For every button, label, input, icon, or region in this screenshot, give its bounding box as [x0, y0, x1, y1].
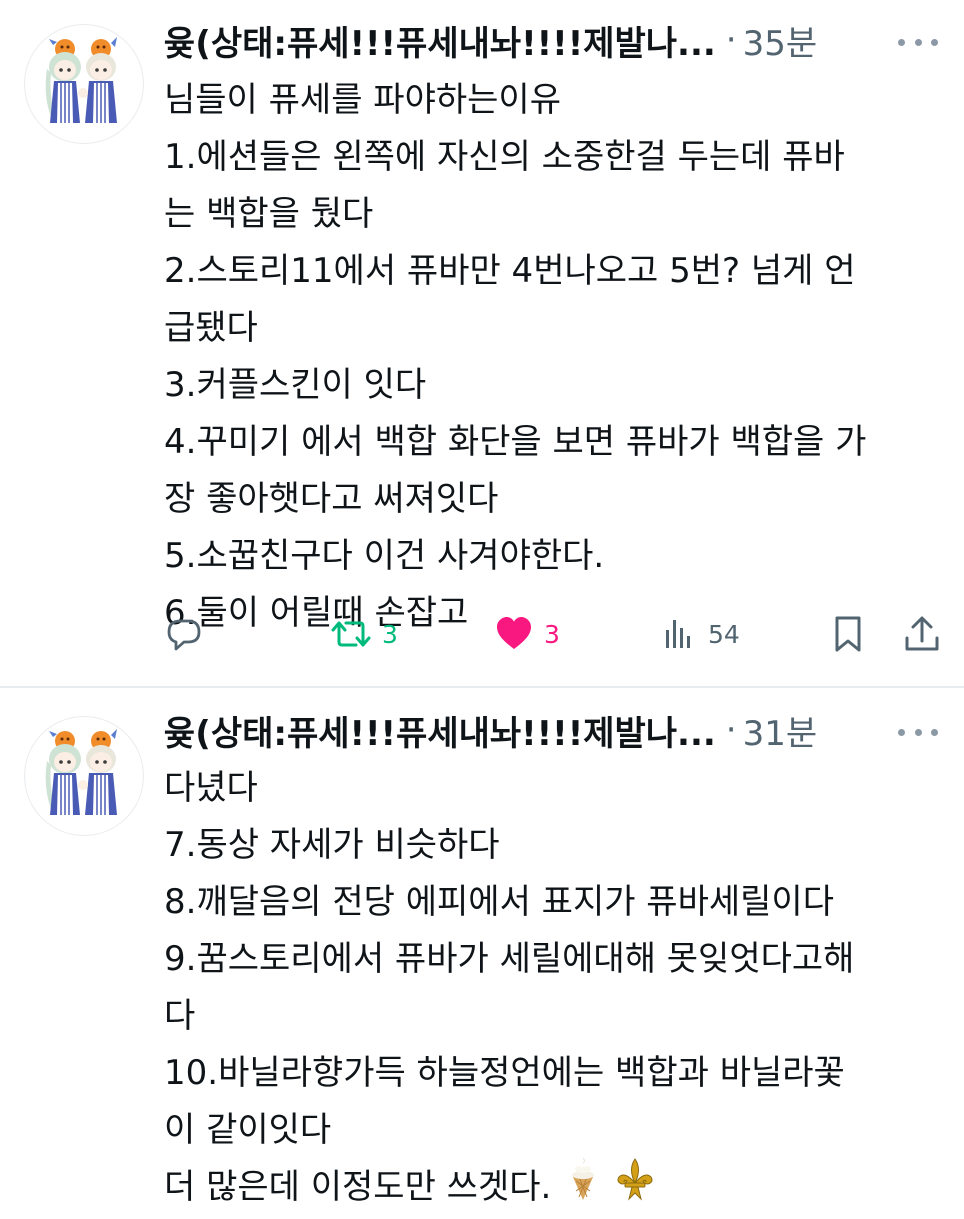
retweet-icon [331, 621, 371, 647]
bookmark-button[interactable] [828, 606, 868, 662]
tweet-header: 윶(상태:퓨세!!!퓨세내놔!!!!제발나... · 31분 [164, 706, 817, 754]
share-button[interactable] [902, 606, 942, 662]
retweet-count: 3 [382, 619, 398, 649]
tweet-actions: 3 3 54 [164, 606, 944, 662]
timestamp[interactable]: 35분 [743, 16, 818, 65]
more-options-icon[interactable] [898, 722, 938, 742]
fleur-de-lis-emoji [615, 1157, 655, 1219]
tweet-line: 장 좋아햇다고 써져잇다 [164, 479, 499, 519]
author-name[interactable]: 윶(상태:퓨세!!!퓨세내놔!!!!제발나... [164, 16, 716, 65]
header-separator: · [725, 710, 737, 750]
like-count: 3 [544, 619, 560, 649]
tweet-line: 3.커플스킨이 잇다 [164, 365, 427, 405]
retweet-button[interactable]: 3 [330, 606, 398, 662]
tweet-text: 님들이 퓨세를 파야하는이유 1.에션들은 왼쪽에 자신의 소중한걸 두는데 퓨… [164, 72, 944, 642]
user-avatar[interactable] [24, 716, 144, 836]
like-button[interactable]: 3 [494, 606, 560, 662]
tweet-line: 1.에션들은 왼쪽에 자신의 소중한걸 두는데 퓨바 [164, 137, 845, 177]
tweet-line: 5.소꿉친구다 이건 사겨야한다. [164, 536, 605, 576]
tweet-text: 다녔다 7.동상 자세가 비슷하다 8.깨달음의 전당 에피에서 표지가 퓨바세… [164, 760, 944, 1216]
timestamp[interactable]: 31분 [743, 706, 818, 755]
reply-icon [167, 619, 201, 651]
header-separator: · [725, 20, 737, 60]
tweet-line: 2.스토리11에서 퓨바만 4번나오고 5번? 넘게 언 [164, 251, 856, 291]
avatar-chibi-illustration [45, 729, 117, 815]
heart-filled-icon [497, 617, 531, 649]
tweet-line: 7.동상 자세가 비슷하다 [164, 825, 500, 865]
tweet-line-text: 더 많은데 이정도만 쓰겟다. [164, 1167, 552, 1207]
tweet-line: 더 많은데 이정도만 쓰겟다. [164, 1157, 944, 1219]
views-button[interactable]: 54 [662, 606, 740, 662]
tweet-line: 4.꾸미기 에서 백합 화단을 보면 퓨바가 백합을 가 [164, 422, 867, 462]
tweet-header: 윶(상태:퓨세!!!퓨세내놔!!!!제발나... · 35분 [164, 16, 817, 64]
avatar-chibi-illustration [45, 37, 117, 123]
tweet-line: 다녔다 [164, 768, 258, 808]
tweet-line: 9.꿈스토리에서 퓨바가 세릴에대해 못잊엇다고해 [164, 939, 855, 979]
tweet-1[interactable]: 윶(상태:퓨세!!!퓨세내놔!!!!제발나... · 35분 님들이 퓨세를 파… [0, 0, 964, 686]
author-name[interactable]: 윶(상태:퓨세!!!퓨세내놔!!!!제발나... [164, 706, 716, 755]
share-icon [905, 616, 939, 651]
tweet-line: 8.깨달음의 전당 에피에서 표지가 퓨바세릴이다 [164, 882, 834, 922]
more-options-icon[interactable] [898, 32, 938, 52]
views-icon [666, 620, 690, 648]
tweet-line: 급됐다 [164, 308, 258, 348]
user-avatar[interactable] [24, 24, 144, 144]
tweet-line: 이 같이잇다 [164, 1110, 332, 1150]
tweet-line: 다 [164, 996, 196, 1036]
soft-ice-cream-emoji [567, 1157, 599, 1219]
tweet-line: 님들이 퓨세를 파야하는이유 [164, 80, 561, 120]
tweet-2[interactable]: 윶(상태:퓨세!!!퓨세내놔!!!!제발나... · 31분 다녔다 7.동상 … [0, 688, 964, 1207]
tweet-line: 10.바닐라향가득 하늘정언에는 백합과 바닐라꽃 [164, 1053, 845, 1093]
bookmark-icon [835, 616, 861, 652]
reply-button[interactable] [164, 606, 204, 662]
tweet-line: 는 백합을 뒀다 [164, 194, 374, 234]
views-count: 54 [708, 619, 740, 649]
